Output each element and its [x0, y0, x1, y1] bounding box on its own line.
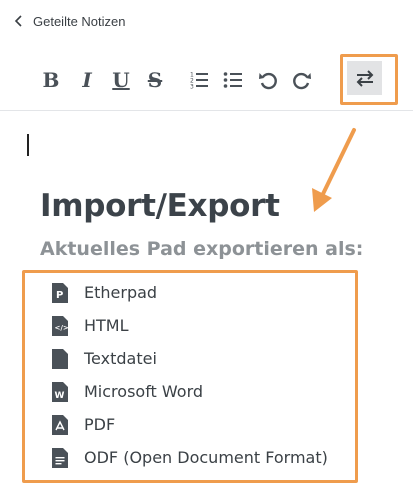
svg-text:P: P — [56, 290, 63, 301]
top-bar: Geteilte Notizen — [0, 0, 413, 42]
export-item-html[interactable]: </> HTML — [50, 309, 350, 342]
italic-button[interactable]: I — [74, 66, 100, 94]
unordered-list-button[interactable] — [220, 66, 246, 94]
text-file-icon — [50, 348, 70, 370]
export-item-label: Etherpad — [84, 283, 158, 302]
pdf-file-icon — [50, 414, 70, 436]
export-item-label: PDF — [84, 415, 116, 434]
back-link[interactable]: Geteilte Notizen — [13, 10, 126, 32]
export-item-label: ODF (Open Document Format) — [84, 448, 328, 467]
export-list: P Etherpad </> HTML Textdatei W Microsof… — [50, 276, 350, 474]
undo-button[interactable] — [255, 66, 281, 94]
redo-button[interactable] — [289, 66, 315, 94]
undo-icon — [259, 72, 277, 90]
export-item-label: Textdatei — [84, 349, 157, 368]
strikethrough-icon: S — [147, 68, 163, 92]
importexport-button[interactable] — [347, 61, 382, 95]
word-file-icon: W — [50, 381, 70, 403]
html-file-icon: </> — [50, 315, 70, 337]
etherpad-file-icon: P — [50, 282, 70, 304]
svg-text:W: W — [55, 391, 65, 401]
bold-icon: B — [42, 68, 60, 92]
svg-text:</>: </> — [55, 324, 69, 332]
italic-icon: I — [82, 68, 92, 92]
export-item-odf[interactable]: ODF (Open Document Format) — [50, 441, 350, 474]
ordered-list-icon: 1 2 3 — [190, 72, 208, 91]
back-link-label: Geteilte Notizen — [33, 13, 126, 29]
text-cursor — [27, 134, 29, 156]
toolbar-divider — [0, 110, 413, 111]
export-item-etherpad[interactable]: P Etherpad — [50, 276, 350, 309]
strikethrough-button[interactable]: S — [142, 66, 168, 94]
swap-arrows-icon — [356, 70, 373, 87]
odf-file-icon — [50, 447, 70, 469]
export-item-label: HTML — [84, 316, 129, 335]
pane-subtitle: Aktuelles Pad exportieren als: — [40, 238, 364, 260]
underline-button[interactable]: U — [108, 66, 134, 94]
unordered-list-icon — [223, 72, 242, 88]
export-item-textdatei[interactable]: Textdatei — [50, 342, 350, 375]
export-item-label: Microsoft Word — [84, 382, 204, 401]
export-item-pdf[interactable]: PDF — [50, 408, 350, 441]
svg-text:3: 3 — [190, 84, 194, 91]
bold-button[interactable]: B — [38, 66, 64, 94]
ordered-list-button[interactable]: 1 2 3 — [186, 66, 212, 94]
underline-icon: U — [112, 68, 130, 92]
chevron-left-icon — [13, 15, 25, 27]
export-item-word[interactable]: W Microsoft Word — [50, 375, 350, 408]
pane-title: Import/Export — [40, 188, 280, 224]
redo-icon — [293, 72, 311, 90]
